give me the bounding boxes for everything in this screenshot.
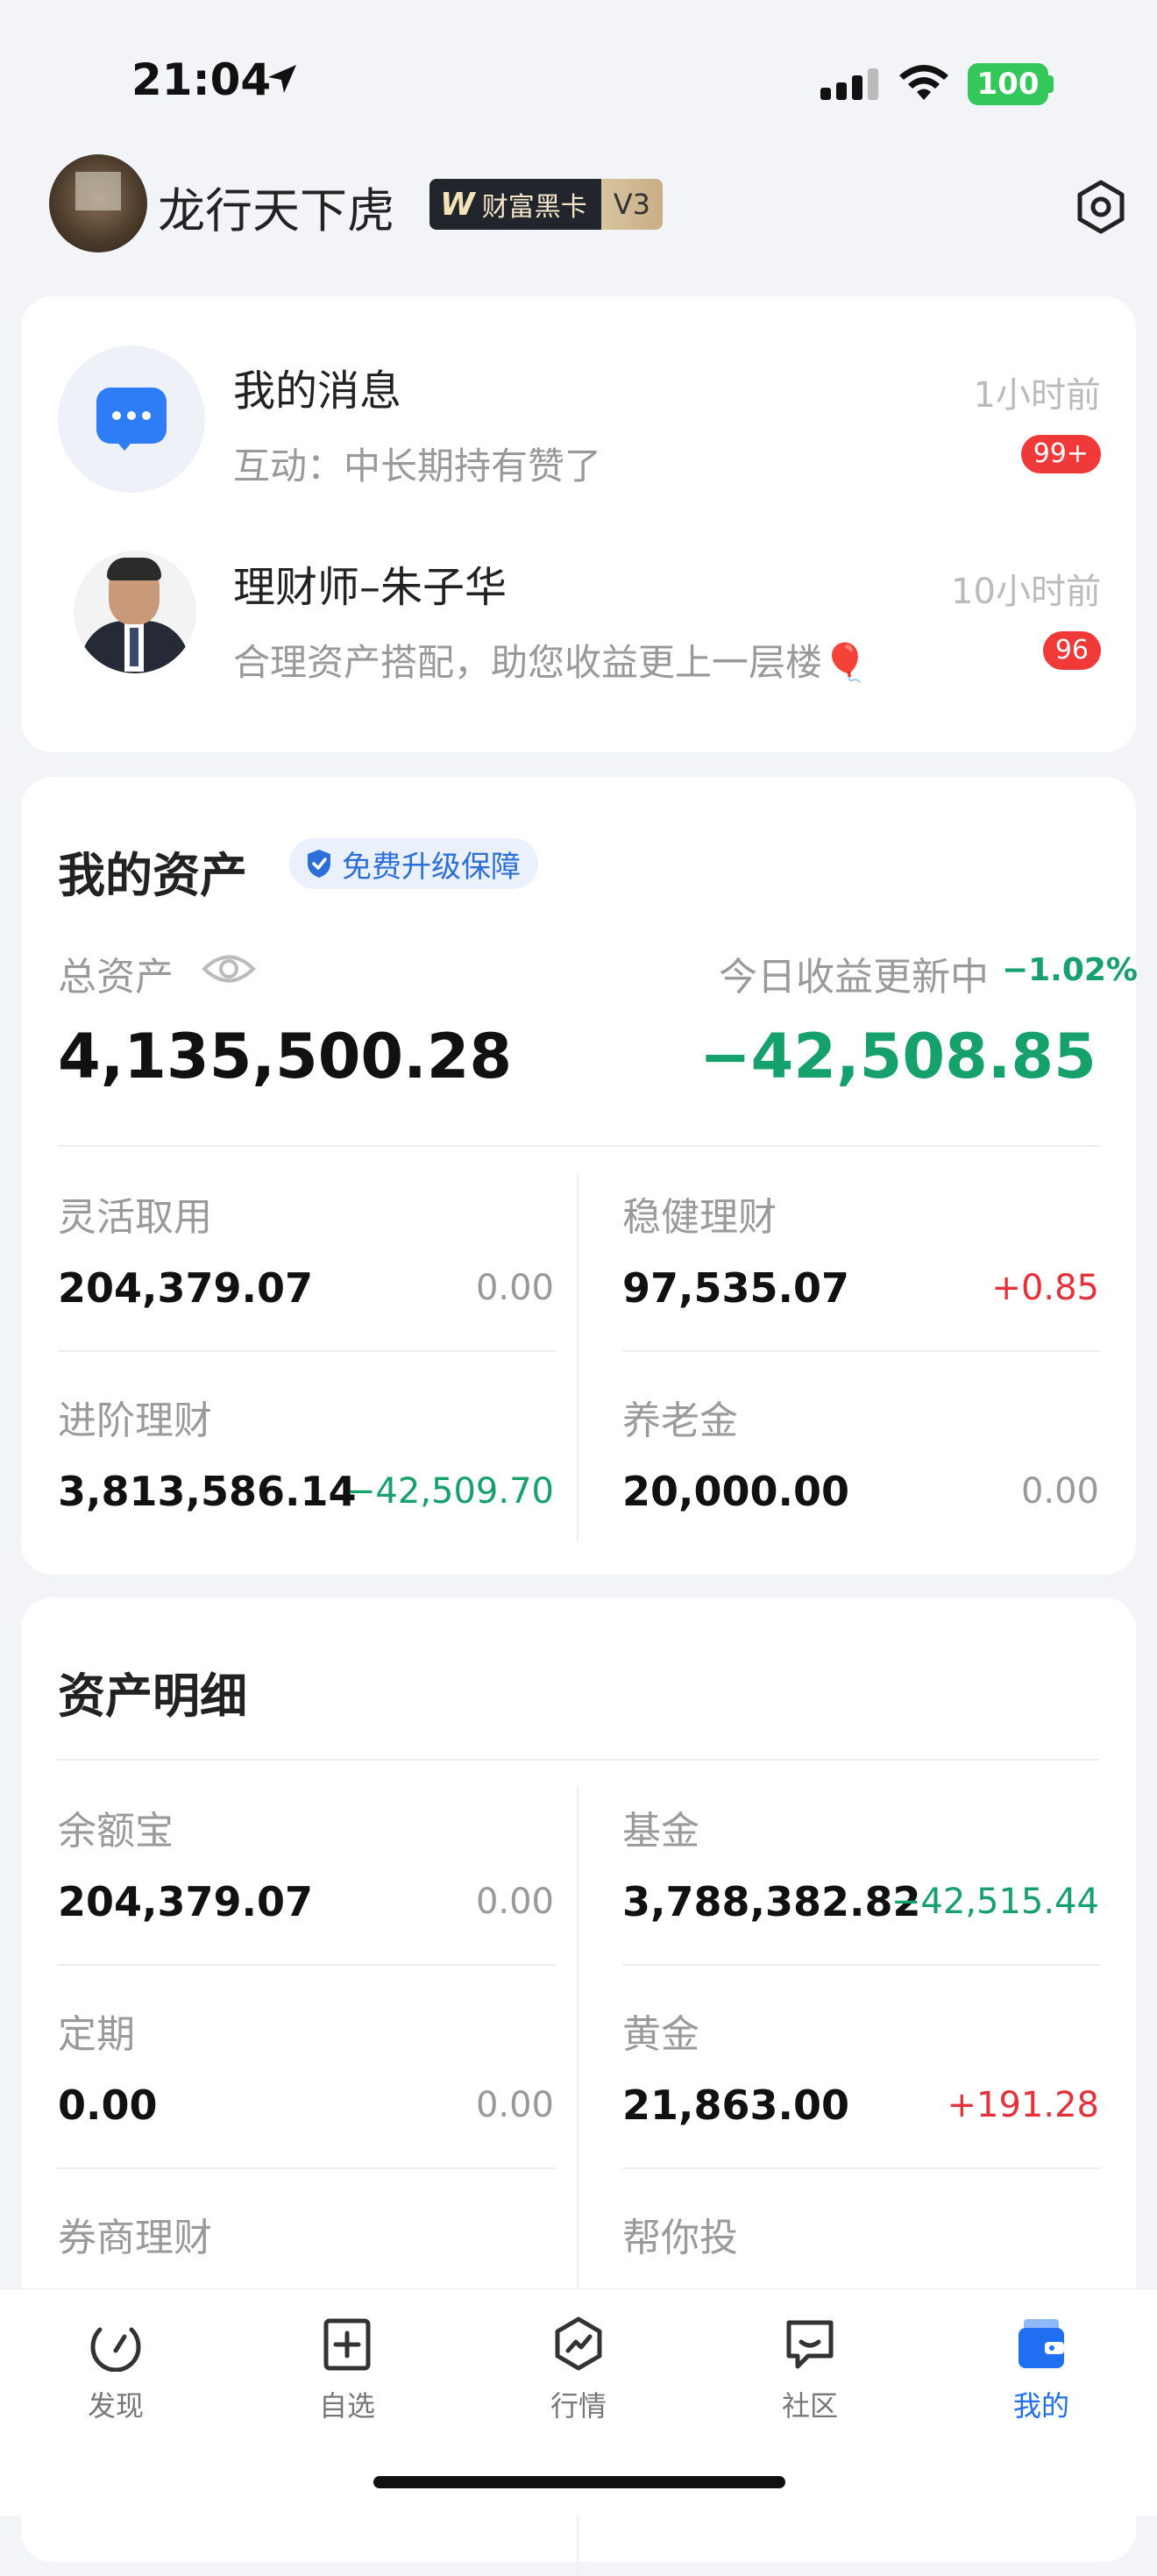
nav-label: 我的	[1012, 2389, 1069, 2423]
asset-label: 灵活取用	[58, 1195, 212, 1240]
advisor-title: 理财师–朱子华	[233, 563, 508, 612]
detail-title: 资产明细	[58, 1669, 247, 1724]
asset-label: 稳健理财	[622, 1195, 777, 1240]
today-earnings-pct: −1.02%	[1001, 952, 1138, 988]
message-time: 1小时前	[973, 375, 1101, 416]
eye-icon[interactable]	[202, 949, 256, 989]
asset-value: 20,000.00	[622, 1468, 849, 1515]
nav-label: 发现	[87, 2389, 144, 2423]
detail-label: 黄金	[622, 2012, 699, 2057]
my-assets-card: 我的资产 免费升级保障 总资产 4,135,500.28 今日收益更新中 −1.…	[21, 777, 1138, 1575]
battery-tip	[1047, 75, 1054, 93]
location-arrow-icon	[268, 65, 296, 93]
detail-change: −42,515.44	[891, 1882, 1099, 1922]
upgrade-label: 免费升级保障	[342, 849, 521, 885]
market-icon	[555, 2316, 602, 2371]
asset-value: 204,379.07	[58, 1264, 314, 1312]
detail-change: 0.00	[475, 1882, 554, 1922]
vip-badge-main: W 财富黑卡	[429, 179, 601, 230]
assets-title: 我的资产	[58, 848, 247, 903]
nav-discover[interactable]: 发现	[54, 2316, 177, 2424]
battery-indicator: 100	[968, 63, 1048, 105]
nav-label: 行情	[550, 2389, 607, 2423]
nav-label: 自选	[318, 2389, 375, 2423]
detail-change: +191.28	[947, 2085, 1099, 2125]
vip-level: V3	[600, 179, 663, 230]
settings-icon[interactable]	[1073, 179, 1129, 235]
today-earnings-value: −42,508.85	[699, 1021, 1097, 1092]
detail-label: 基金	[622, 1809, 699, 1854]
vip-brand-icon: W	[440, 186, 475, 223]
nav-label: 社区	[781, 2389, 838, 2423]
vip-badge[interactable]: W 财富黑卡 V3	[429, 179, 663, 230]
asset-change: −42,509.70	[345, 1471, 554, 1512]
detail-value: 0.00	[58, 2081, 158, 2129]
advisor-time: 10小时前	[951, 572, 1101, 612]
home-indicator	[373, 2476, 785, 2488]
detail-label: 定期	[58, 2012, 135, 2057]
asset-value: 97,535.07	[622, 1264, 849, 1312]
watchlist-icon	[323, 2318, 371, 2371]
nav-community[interactable]: 社区	[749, 2316, 871, 2424]
total-assets-value: 4,135,500.28	[58, 1021, 513, 1092]
detail-label: 帮你投	[622, 2216, 738, 2260]
advisor-badge: 96	[1042, 631, 1101, 670]
discover-icon	[90, 2327, 141, 2373]
cellular-signal-icon	[820, 68, 878, 100]
detail-value: 3,788,382.82	[622, 1878, 921, 1925]
unread-badge: 99+	[1020, 435, 1101, 473]
chat-bubble-tail	[112, 437, 137, 451]
asset-change: 0.00	[1020, 1471, 1099, 1512]
messages-card: 我的消息 互动：中长期持有赞了 1小时前 99+ 理财师–朱子华 合理资产搭配，…	[21, 296, 1136, 752]
detail-label: 余额宝	[58, 1809, 174, 1854]
upgrade-protection-pill[interactable]: 免费升级保障	[289, 838, 538, 889]
advisor-subtitle: 合理资产搭配，助您收益更上一层楼🎈	[233, 641, 869, 684]
user-avatar[interactable]	[49, 154, 147, 253]
wifi-icon	[899, 65, 948, 100]
asset-change: +0.85	[991, 1268, 1099, 1308]
nav-mine[interactable]: 我的	[980, 2316, 1103, 2424]
chat-bubble-icon	[96, 388, 167, 444]
nav-market[interactable]: 行情	[517, 2316, 640, 2424]
username[interactable]: 龙行天下虎	[158, 172, 394, 241]
detail-label: 券商理财	[58, 2216, 212, 2260]
detail-value: 21,863.00	[622, 2081, 849, 2129]
advisor-avatar	[74, 551, 196, 673]
shield-check-icon	[308, 850, 330, 878]
asset-label: 进阶理财	[58, 1398, 212, 1443]
total-assets-label: 总资产	[58, 955, 174, 1000]
wallet-icon	[1019, 2319, 1064, 2368]
detail-change: 0.00	[475, 2085, 554, 2125]
detail-value: 204,379.07	[58, 1878, 314, 1925]
nav-watchlist[interactable]: 自选	[286, 2316, 408, 2424]
today-earnings-label: 今日收益更新中	[719, 955, 989, 1000]
message-subtitle: 互动：中长期持有赞了	[233, 445, 602, 487]
message-title: 我的消息	[233, 366, 402, 416]
asset-change: 0.00	[475, 1268, 554, 1308]
asset-value: 3,813,586.14	[58, 1468, 357, 1515]
status-time: 21:04	[131, 54, 272, 105]
community-icon	[786, 2320, 834, 2369]
asset-label: 养老金	[622, 1398, 738, 1443]
vip-badge-text: 财富黑卡	[481, 192, 587, 223]
